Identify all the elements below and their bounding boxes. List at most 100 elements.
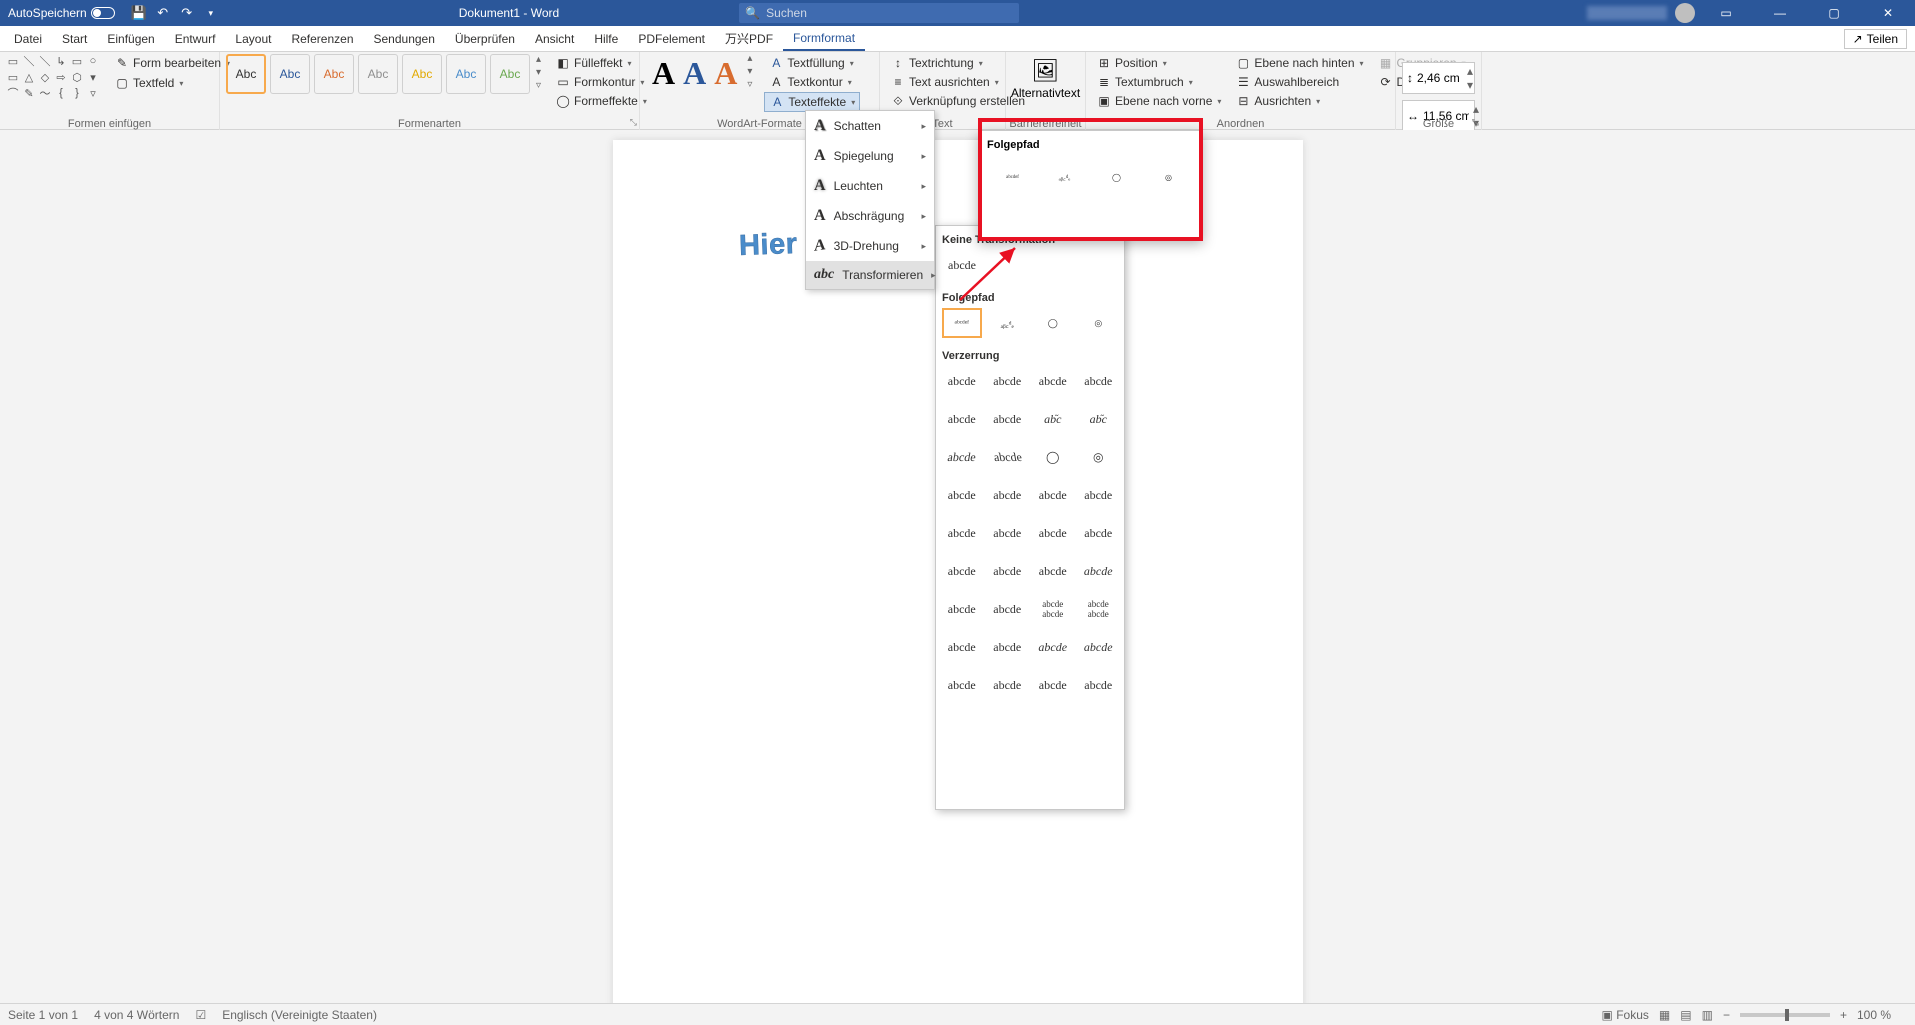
shape-style-gallery[interactable]: Abc Abc Abc Abc Abc Abc Abc ▴▾▿ xyxy=(226,54,541,94)
text-outline-button[interactable]: ATextkontur xyxy=(764,73,860,91)
account-name[interactable] xyxy=(1587,6,1667,20)
triangle-shape-icon[interactable]: △ xyxy=(22,70,36,84)
curve-shape-icon[interactable]: ⌒ xyxy=(6,86,20,100)
warp-preset[interactable]: abcdeabcde xyxy=(1033,594,1073,624)
tab-ansicht[interactable]: Ansicht xyxy=(525,28,584,50)
undo-icon[interactable]: ↶ xyxy=(155,5,171,21)
zoom-level[interactable]: 100 % xyxy=(1857,1008,1891,1022)
ribbon-display-icon[interactable]: ▭ xyxy=(1703,0,1749,26)
language-indicator[interactable]: Englisch (Vereinigte Staaten) xyxy=(222,1008,377,1022)
warp-preset[interactable]: abcde xyxy=(1079,632,1119,662)
connector-shape-icon[interactable]: ↳ xyxy=(54,54,68,68)
warp-preset[interactable]: ◯ xyxy=(1033,442,1073,472)
warp-preset[interactable]: abcde xyxy=(942,366,982,396)
warp-preset[interactable]: abcde xyxy=(988,480,1028,510)
wave-shape-icon[interactable]: 〜 xyxy=(38,86,52,100)
warp-preset[interactable]: abcde xyxy=(988,670,1028,700)
edit-shape-button[interactable]: ✎Form bearbeiten xyxy=(110,54,234,72)
oval-shape-icon[interactable]: ○ xyxy=(86,54,100,68)
tab-pdfelement[interactable]: PDFelement xyxy=(628,28,715,50)
tab-wanxing[interactable]: 万兴PDF xyxy=(715,26,783,51)
view-web-icon[interactable]: ▥ xyxy=(1702,1008,1713,1022)
focus-mode-button[interactable]: ▣ Fokus xyxy=(1602,1008,1649,1022)
diamond-shape-icon[interactable]: ◇ xyxy=(38,70,52,84)
transform-path-arch-down[interactable]: ₐᵦ꜀ᵈₑ xyxy=(988,308,1028,338)
gallery-more-button[interactable]: ▴▾▿ xyxy=(536,55,541,94)
warp-preset[interactable]: abcde xyxy=(1033,366,1073,396)
shape-fill-button[interactable]: ◧Fülleffekt xyxy=(551,54,651,72)
tab-ueberpruefen[interactable]: Überprüfen xyxy=(445,28,525,50)
textbox-shape-icon[interactable]: ▭ xyxy=(6,54,20,68)
zoom-out-button[interactable]: − xyxy=(1723,1008,1730,1022)
warp-preset[interactable]: abcde xyxy=(988,518,1028,548)
arrow-shape-icon[interactable]: ⇨ xyxy=(54,70,68,84)
word-count[interactable]: 4 von 4 Wörtern xyxy=(94,1008,179,1022)
tab-entwurf[interactable]: Entwurf xyxy=(165,28,226,50)
fx-reflection[interactable]: ASpiegelung▸ xyxy=(806,141,934,171)
share-button[interactable]: ↗ Teilen xyxy=(1844,29,1907,49)
spinner-icon[interactable]: ▴▾ xyxy=(1467,64,1473,92)
warp-preset[interactable]: ab᷉c xyxy=(1033,404,1073,434)
more-shapes-icon[interactable]: ▾ xyxy=(86,70,100,84)
tab-referenzen[interactable]: Referenzen xyxy=(281,28,363,50)
tab-hilfe[interactable]: Hilfe xyxy=(584,28,628,50)
warp-preset[interactable]: abcde xyxy=(939,442,984,472)
fx-shadow[interactable]: ASchatten▸ xyxy=(806,111,934,141)
warp-preset[interactable]: abcde xyxy=(1079,670,1119,700)
gallery-more-button[interactable]: ▴▾▿ xyxy=(747,54,752,93)
transform-path-button[interactable]: ◎ xyxy=(1079,308,1119,338)
warp-preset[interactable]: abcde xyxy=(942,556,982,586)
freeform-shape-icon[interactable]: ✎ xyxy=(22,86,36,100)
warp-preset[interactable]: abcde xyxy=(1079,518,1119,548)
line-shape-icon[interactable]: ＼ xyxy=(38,54,52,68)
style-preset[interactable]: Abc xyxy=(490,54,530,94)
warp-preset[interactable]: abcde xyxy=(1033,556,1073,586)
warp-preset[interactable]: abcde xyxy=(1079,366,1119,396)
dialog-launcher-icon[interactable]: ⤡ xyxy=(630,117,637,128)
style-preset[interactable]: Abc xyxy=(358,54,398,94)
shapes-gallery[interactable]: ▭ ＼ ＼ ↳ ▭ ○ ▭ △ ◇ ⇨ ⬡ ▾ ⌒ ✎ 〜 { } ▿ xyxy=(6,54,100,100)
align-button[interactable]: ⊟Ausrichten xyxy=(1231,92,1367,110)
rect-shape-icon[interactable]: ▭ xyxy=(6,70,20,84)
style-preset[interactable]: Abc xyxy=(314,54,354,94)
brace-shape-icon[interactable]: { xyxy=(54,86,68,100)
qat-dropdown-icon[interactable]: ▾ xyxy=(203,5,219,21)
shape-effects-button[interactable]: ◯Formeffekte xyxy=(551,92,651,110)
warp-preset[interactable]: abcde xyxy=(942,670,982,700)
style-preset[interactable]: Abc xyxy=(270,54,310,94)
wordart-preset[interactable]: A xyxy=(652,55,675,92)
hexagon-shape-icon[interactable]: ⬡ xyxy=(70,70,84,84)
wrap-text-button[interactable]: ≣Textumbruch xyxy=(1092,73,1225,91)
style-preset[interactable]: Abc xyxy=(226,54,266,94)
warp-preset[interactable]: abcde xyxy=(1079,556,1119,586)
spell-check-icon[interactable]: ☑ xyxy=(195,1008,206,1022)
avatar[interactable] xyxy=(1675,3,1695,23)
wordart-preset[interactable]: A xyxy=(714,55,737,92)
bring-forward-button[interactable]: ▣Ebene nach vorne xyxy=(1092,92,1225,110)
search-input[interactable]: 🔍 Suchen xyxy=(739,3,1019,23)
warp-preset[interactable]: abcde xyxy=(1033,670,1073,700)
height-input[interactable]: ↕ ▴▾ xyxy=(1402,62,1475,94)
warp-preset[interactable]: abcde xyxy=(1033,480,1073,510)
warp-preset[interactable]: ab᷉c xyxy=(1079,404,1119,434)
textbox-button[interactable]: ▢Textfeld xyxy=(110,74,234,92)
zoom-slider[interactable] xyxy=(1740,1013,1830,1017)
wordart-style-gallery[interactable]: A A A ▴▾▿ xyxy=(646,54,758,93)
warp-preset[interactable]: abcde xyxy=(942,518,982,548)
fx-transform[interactable]: abcTransformieren▸ xyxy=(806,261,934,289)
tab-formformat[interactable]: Formformat xyxy=(783,27,865,51)
text-fill-button[interactable]: ATextfüllung xyxy=(764,54,860,72)
text-effects-button[interactable]: ATexteffekte xyxy=(764,92,860,112)
tab-start[interactable]: Start xyxy=(52,28,97,50)
selection-pane-button[interactable]: ☰Auswahlbereich xyxy=(1231,73,1367,91)
warp-preset[interactable]: abcde xyxy=(988,556,1028,586)
warp-preset[interactable]: abcde xyxy=(988,594,1028,624)
warp-preset[interactable]: abcde xyxy=(988,404,1028,434)
brace-shape-icon[interactable]: } xyxy=(70,86,84,100)
warp-preset[interactable]: abcde xyxy=(988,632,1028,662)
warp-preset[interactable]: abcde xyxy=(1079,480,1119,510)
position-button[interactable]: ⊞Position xyxy=(1092,54,1225,72)
redo-icon[interactable]: ↷ xyxy=(179,5,195,21)
save-icon[interactable]: 💾 xyxy=(131,5,147,21)
style-preset[interactable]: Abc xyxy=(446,54,486,94)
